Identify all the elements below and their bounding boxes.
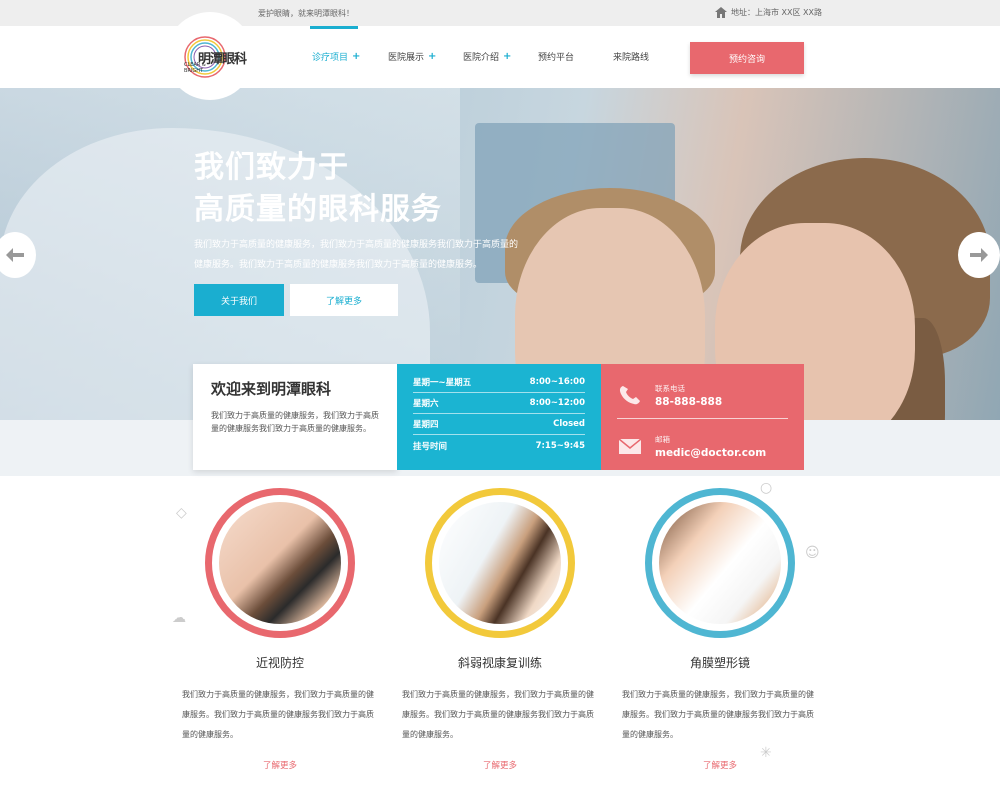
nav-label: 预约平台	[538, 53, 575, 63]
nav-active-indicator	[310, 26, 358, 29]
welcome-title: 欢迎来到明潭眼科	[211, 380, 332, 398]
top-info-bar: 爱护眼睛，就来明潭眼科！ 地址：上海市 XX区 XX路	[0, 0, 1000, 26]
service-image-ring	[645, 488, 795, 638]
service-photo	[219, 502, 341, 624]
service-photo	[439, 502, 561, 624]
slogan-text: 爱护眼睛，就来明潭眼科！	[258, 9, 354, 18]
address-text: 地址：上海市 XX区 XX路	[731, 8, 823, 17]
service-title: 角膜塑形镜	[689, 656, 750, 670]
about-us-button[interactable]: 关于我们	[194, 284, 284, 316]
home-icon	[715, 7, 727, 18]
hero-description: 我们致力于高质量的健康服务，我们致力于高质量的健康服务我们致力于高质量的健康服务…	[194, 240, 519, 270]
phone-icon	[619, 386, 640, 405]
address: 地址：上海市 XX区 XX路	[715, 7, 822, 18]
service-text: 我们致力于高质量的健康服务，我们致力于高质量的健康服务。我们致力于高质量的健康服…	[402, 690, 594, 739]
main-nav: 诊疗项目 + 医院展示 + 医院介绍 + 预约平台 来院路线 预约咨询	[0, 26, 1000, 88]
nav-label: 诊疗项目	[312, 53, 349, 63]
nav-item-booking[interactable]: 预约平台	[538, 50, 574, 63]
service-text: 我们致力于高质量的健康服务，我们致力于高质量的健康服务。我们致力于高质量的健康服…	[622, 690, 814, 739]
hours-time: 8:00~16:00	[529, 377, 585, 387]
hours-row: 星期一~星期五 8:00~16:00	[413, 372, 585, 393]
hours-row: 挂号时间 7:15~9:45	[413, 435, 585, 456]
contact-divider	[617, 418, 788, 419]
service-learn-more-link[interactable]: 了解更多	[483, 759, 517, 771]
arrow-left-icon	[6, 248, 24, 262]
nav-item-treatment[interactable]: 诊疗项目 +	[312, 50, 360, 63]
service-text: 我们致力于高质量的健康服务，我们致力于高质量的健康服务。我们致力于高质量的健康服…	[182, 690, 374, 739]
hours-time: Closed	[553, 419, 585, 429]
email-address[interactable]: medic@doctor.com	[655, 447, 766, 459]
hours-row: 星期六 8:00~12:00	[413, 393, 585, 414]
hours-day: 星期六	[413, 399, 439, 409]
arrow-right-icon	[970, 248, 988, 262]
hours-time: 8:00~12:00	[529, 398, 585, 408]
plus-icon: +	[428, 51, 437, 62]
consult-button[interactable]: 预约咨询	[690, 42, 804, 74]
service-card-myopia: 近视防控 我们致力于高质量的健康服务，我们致力于高质量的健康服务。我们致力于高质…	[180, 488, 380, 772]
contact-email-row: 邮箱 medic@doctor.com	[617, 427, 788, 465]
plus-icon: +	[503, 51, 512, 62]
hours-day: 星期一~星期五	[413, 378, 472, 388]
logo-english: CLEAR & BRIGHT	[184, 62, 206, 74]
nav-label: 医院介绍	[463, 53, 500, 63]
hero-title-line1: 我们致力于	[194, 150, 349, 185]
nav-label: 来院路线	[613, 53, 650, 63]
next-slide-button[interactable]	[958, 232, 1000, 278]
nav-item-about-hospital[interactable]: 医院介绍 +	[463, 50, 511, 63]
service-image-ring	[205, 488, 355, 638]
phone-label: 联系电话	[655, 383, 685, 393]
nav-item-showcase[interactable]: 医院展示 +	[388, 50, 436, 63]
mail-icon	[618, 438, 642, 454]
logo-en-line2: BRIGHT	[184, 68, 204, 74]
nav-item-directions[interactable]: 来院路线	[613, 50, 649, 63]
service-title: 近视防控	[255, 656, 304, 670]
welcome-panel: 欢迎来到明潭眼科 我们致力于高质量的健康服务，我们致力于高质量的健康服务我们致力…	[193, 364, 397, 470]
hours-day: 挂号时间	[413, 441, 448, 452]
service-learn-more-link[interactable]: 了解更多	[263, 759, 297, 771]
opening-hours-panel: 星期一~星期五 8:00~16:00 星期六 8:00~12:00 星期四 Cl…	[397, 364, 601, 470]
email-label: 邮箱	[655, 434, 670, 444]
service-card-ortho-k: 角膜塑形镜 我们致力于高质量的健康服务，我们致力于高质量的健康服务。我们致力于高…	[620, 488, 820, 772]
service-photo	[659, 502, 781, 624]
service-card-amblyopia: 斜弱视康复训练 我们致力于高质量的健康服务，我们致力于高质量的健康服务。我们致力…	[400, 488, 600, 772]
learn-more-button[interactable]: 了解更多	[290, 284, 398, 316]
plus-icon: +	[352, 51, 361, 62]
hours-row: 星期四 Closed	[413, 414, 585, 435]
service-learn-more-link[interactable]: 了解更多	[703, 759, 737, 771]
hero-title: 我们致力于 高质量的眼科服务	[194, 147, 442, 231]
hours-day: 星期四	[413, 420, 439, 430]
contact-panel: 联系电话 88-888-888 邮箱 medic@doctor.com	[601, 364, 804, 470]
contact-phone-row: 联系电话 88-888-888	[617, 376, 788, 414]
hours-time: 7:15~9:45	[535, 440, 585, 451]
service-image-ring	[425, 488, 575, 638]
phone-number[interactable]: 88-888-888	[655, 396, 722, 408]
welcome-text: 我们致力于高质量的健康服务，我们致力于高质量的健康服务我们致力于高质量的健康服务…	[211, 411, 379, 433]
hero-title-line2: 高质量的眼科服务	[194, 192, 442, 227]
nav-label: 医院展示	[388, 53, 425, 63]
service-title: 斜弱视康复训练	[457, 656, 542, 670]
